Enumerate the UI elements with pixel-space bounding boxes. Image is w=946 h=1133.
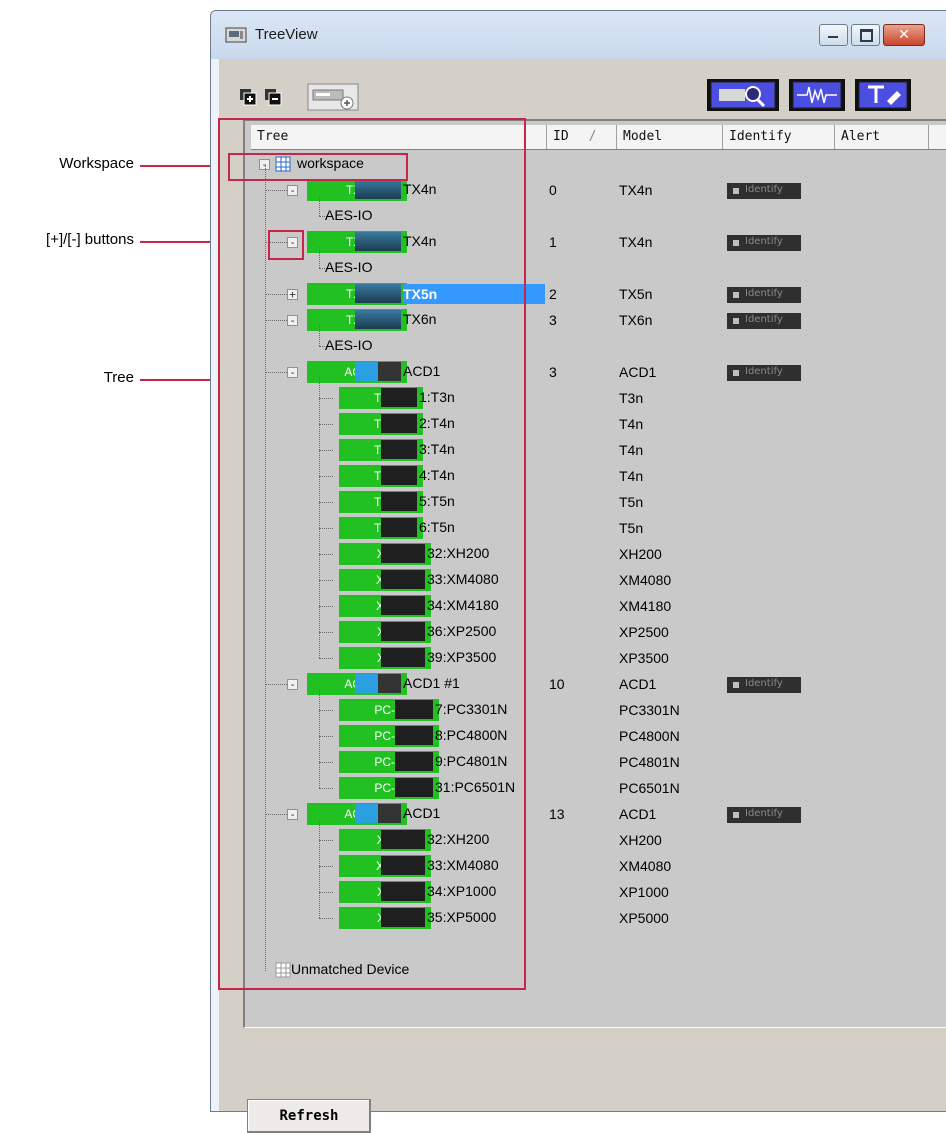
device-model-cell: TX4n [619,234,653,250]
device-model-cell: TX5n [619,286,653,302]
identify-led-icon [733,188,739,194]
identify-led-icon [733,812,739,818]
identify-button[interactable]: Identify [727,287,801,303]
identify-label: Identify [745,288,783,299]
maximize-icon [860,29,873,42]
identify-button[interactable]: Identify [727,365,801,381]
sort-indicator-icon: / [588,129,597,144]
callout-workspace-label: Workspace [59,155,134,172]
device-model-cell: PC4800N [619,728,680,744]
device-model-cell: XM4080 [619,572,672,588]
device-model-cell: ACD1 [619,676,657,692]
maximize-button[interactable] [851,24,880,46]
column-id-label: ID [553,129,569,144]
callout-buttons-box [268,230,304,260]
device-model-cell: T4n [619,442,644,458]
device-model-cell: PC3301N [619,702,680,718]
identify-led-icon [733,370,739,376]
device-id-cell: 3 [549,312,557,328]
device-model-cell: T5n [619,520,644,536]
column-alert-header[interactable]: Alert [835,125,929,149]
column-model-header[interactable]: Model [617,125,723,149]
minimize-icon [828,36,838,38]
device-model-cell: PC4801N [619,754,680,770]
device-id-cell: 2 [549,286,557,302]
device-model-cell: XP2500 [619,624,669,640]
callout-buttons-label: [+]/[-] buttons [46,231,134,248]
identify-button[interactable]: Identify [727,183,801,199]
close-button[interactable]: ✕ [883,24,925,46]
waveform-icon[interactable] [789,79,845,111]
expand-all-icon[interactable] [239,88,257,106]
device-id-cell: 10 [549,676,565,692]
identify-label: Identify [745,678,783,689]
device-model-cell: TX6n [619,312,653,328]
identify-label: Identify [745,184,783,195]
device-id-cell: 0 [549,182,557,198]
device-id-cell: 1 [549,234,557,250]
device-model-cell: T5n [619,494,644,510]
identify-led-icon [733,682,739,688]
device-model-cell: ACD1 [619,364,657,380]
device-model-cell: XH200 [619,546,662,562]
identify-button[interactable]: Identify [727,677,801,693]
title-bar[interactable]: TreeView ✕ [211,11,946,59]
device-model-cell: T4n [619,468,644,484]
identify-button[interactable]: Identify [727,235,801,251]
identify-label: Identify [745,808,783,819]
callout-tree-line [140,379,218,381]
identify-button[interactable]: Identify [727,807,801,823]
callout-tree-box [218,118,526,990]
device-model-cell: XM4080 [619,858,672,874]
collapse-all-icon[interactable] [264,88,282,106]
identify-led-icon [733,318,739,324]
callout-tree-label: Tree [103,369,134,386]
tools-icon[interactable] [855,79,911,111]
device-model-cell: XP1000 [619,884,669,900]
device-model-cell: XP5000 [619,910,669,926]
window-title: TreeView [255,26,318,43]
identify-label: Identify [745,236,783,247]
device-model-cell: XM4180 [619,598,672,614]
identify-led-icon [733,240,739,246]
device-id-cell: 13 [549,806,565,822]
device-search-icon[interactable] [707,79,779,111]
minimize-button[interactable] [819,24,848,46]
identify-button[interactable]: Identify [727,313,801,329]
identify-led-icon [733,292,739,298]
refresh-button[interactable]: Refresh [247,1099,371,1133]
device-model-cell: T4n [619,416,644,432]
column-id-header[interactable]: ID / [547,125,617,149]
close-icon: ✕ [898,27,910,43]
device-model-cell: XH200 [619,832,662,848]
device-model-cell: XP3500 [619,650,669,666]
identify-label: Identify [745,366,783,377]
callout-workspace-box [228,153,408,181]
device-model-cell: TX4n [619,182,653,198]
column-identify-header[interactable]: Identify [723,125,835,149]
device-model-cell: T3n [619,390,644,406]
device-id-cell: 3 [549,364,557,380]
treeview-app-icon [225,27,247,43]
device-model-cell: ACD1 [619,806,657,822]
identify-label: Identify [745,314,783,325]
device-model-cell: PC6501N [619,780,680,796]
add-device-icon[interactable] [307,83,359,111]
